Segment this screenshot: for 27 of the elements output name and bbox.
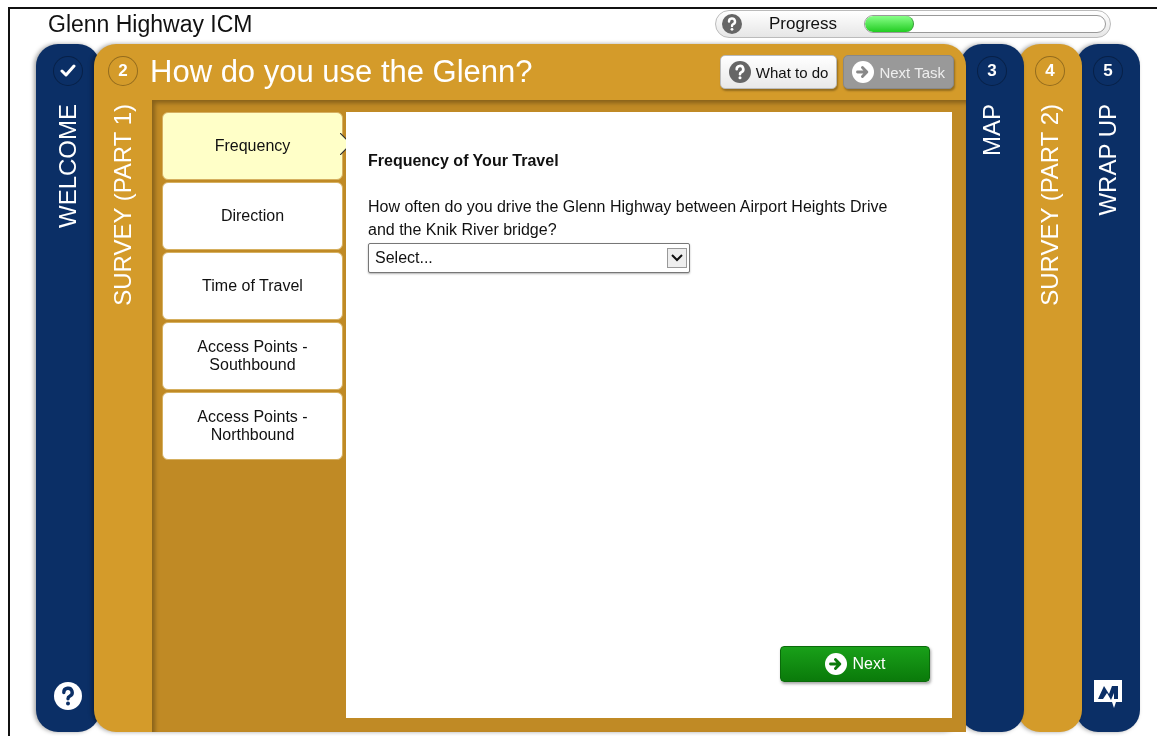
step-label: MAP (978, 104, 1006, 156)
question-tab[interactable]: Time of Travel (162, 252, 343, 320)
progress-label: Progress (768, 14, 838, 34)
step-number[interactable]: 5 (1093, 56, 1123, 86)
chevron-down-icon (671, 254, 683, 262)
question-tab[interactable]: Direction (162, 182, 343, 250)
question-tab[interactable]: Access Points - Southbound (162, 322, 343, 390)
help-icon (728, 61, 751, 83)
next-button[interactable]: Next (780, 646, 930, 682)
step-label: WRAP UP (1094, 104, 1122, 216)
step-number[interactable]: 3 (977, 56, 1007, 86)
step-label: SURVEY (PART 1) (109, 104, 137, 306)
question-tab[interactable]: Access Points - Northbound (162, 392, 343, 460)
page-title: How do you use the Glenn? (150, 54, 534, 90)
arrow-right-icon (824, 653, 847, 675)
frequency-dropdown[interactable]: Select... (368, 243, 690, 273)
question-tab[interactable]: Frequency (162, 112, 343, 180)
check-icon (60, 64, 76, 78)
check-badge[interactable] (53, 56, 83, 86)
step-label: WELCOME (54, 104, 82, 228)
app-title: Glenn Highway ICM (48, 10, 253, 38)
step-label: SURVEY (PART 2) (1036, 104, 1064, 306)
question-text: How often do you drive the Glenn Highway between Airport Heights Drive and the Knik River bridge? (368, 197, 889, 240)
section-title: Frequency of Your Travel (368, 152, 560, 170)
arrow-right-icon (852, 61, 875, 83)
help-icon (722, 14, 742, 34)
what-to-do-button[interactable]: What to do (719, 55, 838, 89)
